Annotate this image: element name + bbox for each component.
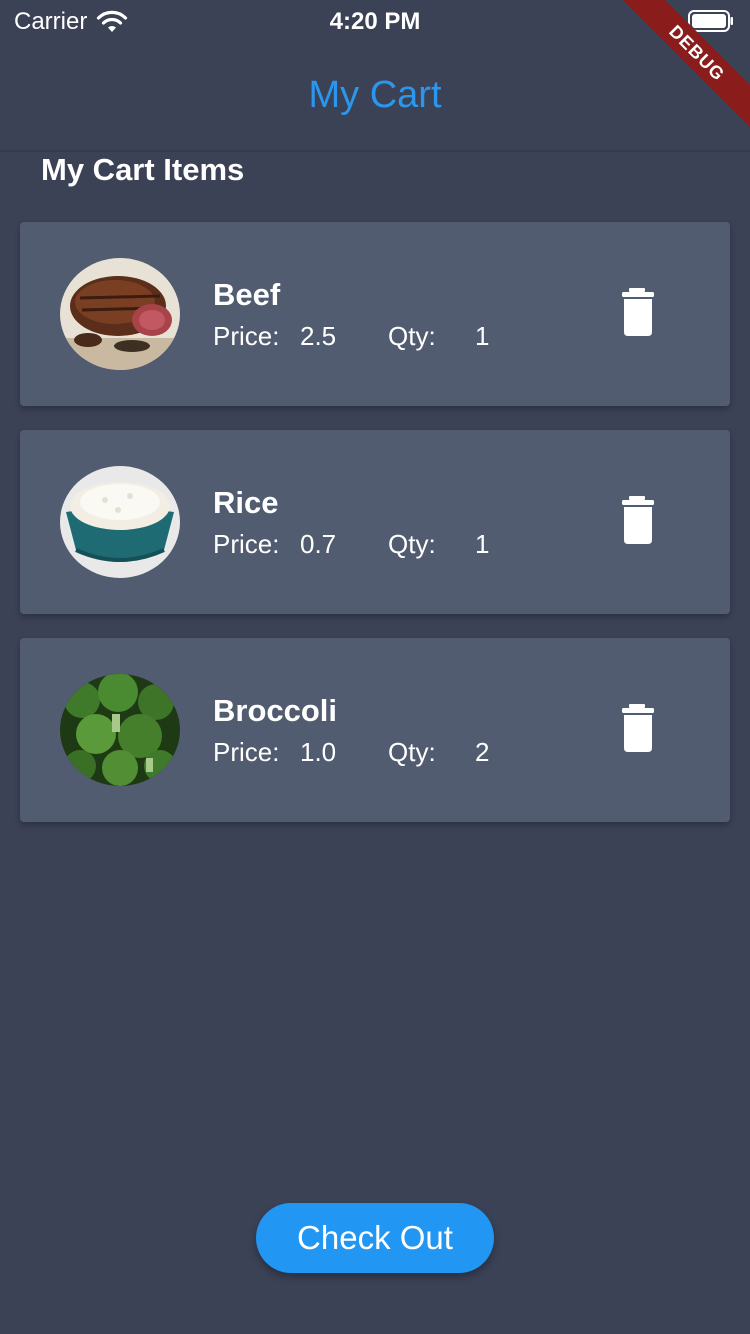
cart-list: Beef Price: 2.5 Qty: 1 Rice Price: 0.7 Q… — [20, 222, 730, 846]
qty-label: Qty: — [388, 737, 436, 767]
price-value: 1.0 — [300, 737, 337, 767]
price-label: Price: — [213, 321, 280, 351]
item-name: Beef — [213, 277, 281, 312]
delete-button[interactable] — [618, 288, 666, 338]
item-name: Rice — [213, 485, 279, 520]
cart-item: Beef Price: 2.5 Qty: 1 — [20, 222, 730, 406]
price-label: Price: — [213, 737, 280, 767]
qty-value: 2 — [475, 737, 490, 767]
price-label: Price: — [213, 529, 280, 559]
cart-item: Rice Price: 0.7 Qty: 1 — [20, 430, 730, 614]
delete-button[interactable] — [618, 704, 666, 754]
qty-label: Qty: — [388, 529, 436, 559]
delete-button[interactable] — [618, 496, 666, 546]
qty-value: 1 — [475, 529, 490, 559]
cart-item: Broccoli Price: 1.0 Qty: 2 — [20, 638, 730, 822]
price-value: 2.5 — [300, 321, 337, 351]
rice-bowl-photo — [60, 466, 180, 578]
section-title: My Cart Items — [41, 152, 245, 187]
broccoli-photo — [60, 674, 180, 786]
cart-screen: Carrier 4:20 PM DEBUG My Cart My Cart It… — [0, 0, 750, 1334]
roast-beef-photo — [60, 258, 180, 370]
trash-icon — [622, 704, 654, 752]
app-bar: My Cart — [0, 40, 750, 152]
item-name: Broccoli — [213, 693, 338, 728]
trash-icon — [622, 288, 654, 336]
qty-label: Qty: — [388, 321, 436, 351]
qty-value: 1 — [475, 321, 490, 351]
checkout-button[interactable]: Check Out — [256, 1203, 494, 1273]
price-value: 0.7 — [300, 529, 337, 559]
trash-icon — [622, 496, 654, 544]
page-title: My Cart — [308, 74, 442, 116]
